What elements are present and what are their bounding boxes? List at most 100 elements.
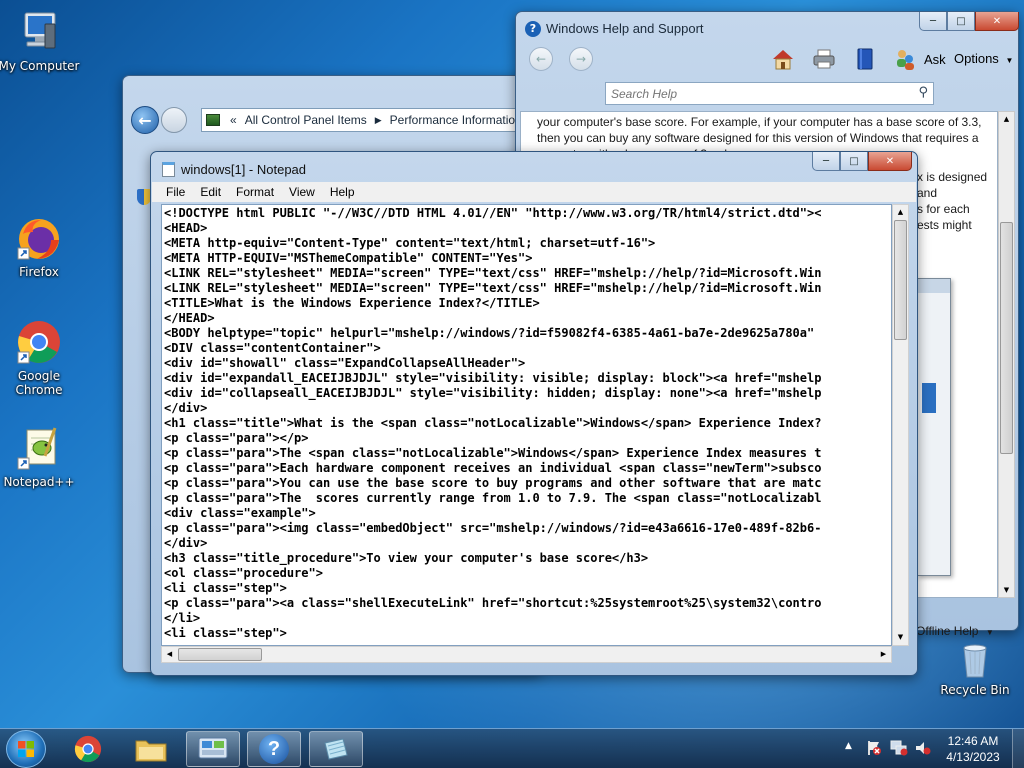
notepad-horizontal-scrollbar[interactable]: ◀ ▶ (161, 646, 892, 663)
chevron-down-icon: ▼ (1005, 56, 1014, 65)
network-icon[interactable] (890, 740, 908, 756)
taskbar-explorer-button[interactable] (124, 731, 178, 767)
notepad-menu-bar: File Edit Format View Help (152, 182, 916, 202)
start-button[interactable] (6, 730, 46, 768)
menu-edit[interactable]: Edit (193, 182, 229, 202)
close-button[interactable]: ✕ (975, 12, 1019, 31)
text-line: <h1 class="title">What is the <span clas… (164, 416, 822, 430)
text-line: <li class="step"> (164, 626, 287, 640)
menu-help[interactable]: Help (323, 182, 363, 202)
desktop-icon-notepad-plus-plus[interactable]: Notepad++ (0, 424, 81, 489)
help-text-line: your computer's base score. For example,… (537, 115, 982, 129)
scrollbar-thumb[interactable] (1000, 222, 1013, 454)
help-back-button[interactable]: ← (529, 47, 553, 71)
text-line: <h3 class="title_procedure">To view your… (164, 551, 649, 565)
text-line: <p class="para">Each hardware component … (164, 461, 822, 475)
maximize-button[interactable]: □ (840, 152, 868, 171)
text-line: <ol class="procedure"> (164, 566, 323, 580)
desktop-icon-chrome[interactable]: Google Chrome (0, 318, 81, 397)
folder-icon (135, 740, 167, 762)
scrollbar-thumb[interactable] (894, 220, 907, 340)
breadcrumb-separator-icon: ▶ (374, 114, 382, 125)
notepad-window[interactable]: windows[1] - Notepad ─ □ ✕ File Edit Forma… (150, 151, 918, 676)
arrow-right-icon: → (575, 52, 587, 66)
show-desktop-button[interactable] (1012, 729, 1024, 768)
help-embedded-screenshot (917, 278, 951, 576)
help-icon: ? (259, 734, 289, 764)
people-icon (897, 50, 914, 70)
desktop-icon-label: My Computer (0, 59, 80, 73)
scroll-right-arrow-icon[interactable]: ▶ (876, 647, 891, 662)
text-line: <div id="expandall_EACEIJBJDJL" style="v… (164, 371, 822, 385)
taskbar-help-button[interactable]: ? (247, 731, 301, 767)
windows-logo-icon (18, 741, 34, 757)
show-hidden-icons-button[interactable]: ▲ (845, 741, 852, 751)
help-ask-button[interactable]: Ask (894, 47, 946, 71)
taskbar-control-panel-button[interactable] (186, 731, 240, 767)
clock[interactable]: 12:46 AM 4/13/2023 (940, 733, 1006, 765)
recycle-bin-icon (955, 640, 995, 680)
scroll-up-arrow-icon[interactable]: ▲ (999, 112, 1014, 126)
help-text-fragment: and (917, 186, 938, 200)
path-overflow-chevron[interactable]: « (230, 113, 237, 127)
help-text-fragment: ests might (917, 218, 972, 232)
help-forward-button[interactable]: → (569, 47, 593, 71)
clock-date: 4/13/2023 (946, 750, 1000, 764)
maximize-button[interactable]: □ (947, 12, 975, 31)
scroll-up-arrow-icon[interactable]: ▲ (893, 205, 908, 220)
address-bar[interactable]: « All Control Panel Items ▶ Performance … (201, 108, 543, 132)
help-window-title: Windows Help and Support (546, 21, 704, 36)
menu-file[interactable]: File (159, 182, 193, 202)
help-scrollbar[interactable]: ▲ ▼ (998, 111, 1015, 598)
text-line: <LINK REL="stylesheet" MEDIA="screen" TY… (164, 266, 822, 280)
text-line: </div> (164, 536, 208, 550)
taskbar: ? ▲ 12:46 AM 4/13/2023 (0, 728, 1024, 768)
text-line: <HEAD> (164, 221, 208, 235)
desktop-icon-firefox[interactable]: Firefox (0, 214, 81, 279)
chrome-icon (15, 318, 63, 366)
help-browse-button[interactable] (855, 47, 875, 71)
help-print-button[interactable] (811, 48, 837, 70)
text-line: </li> (164, 611, 201, 625)
forward-button[interactable] (161, 107, 187, 133)
minimize-button[interactable]: ─ (812, 152, 840, 171)
menu-format[interactable]: Format (229, 182, 282, 202)
action-center-icon[interactable] (866, 740, 882, 756)
help-search-input[interactable] (606, 83, 906, 104)
scroll-down-arrow-icon[interactable]: ▼ (999, 583, 1014, 597)
text-line: <p class="para"><a class="shellExecuteLi… (164, 596, 822, 610)
back-button[interactable]: ← (131, 106, 159, 134)
text-line: <p class="para"><img class="embedObject"… (164, 521, 822, 535)
home-icon (773, 50, 793, 70)
notepad-icon (324, 738, 348, 760)
offline-help-menu[interactable]: Offline Help ▼ (916, 624, 994, 638)
notepad-text-area[interactable]: <!DOCTYPE html PUBLIC "-//W3C//DTD HTML … (161, 204, 892, 646)
text-line: <p class="para"></p> (164, 431, 309, 445)
control-panel-icon (198, 737, 228, 759)
desktop-icon-recycle-bin[interactable]: Recycle Bin (933, 640, 1017, 697)
notepad-window-title: windows[1] - Notepad (181, 162, 307, 177)
printer-icon (813, 49, 835, 69)
help-search-field[interactable]: ⚲ (605, 82, 934, 105)
desktop-icon-my-computer[interactable]: My Computer (0, 8, 81, 73)
offline-help-label: Offline Help (916, 624, 979, 638)
scroll-left-arrow-icon[interactable]: ◀ (162, 647, 177, 662)
help-home-button[interactable] (770, 47, 796, 71)
arrow-left-icon: ← (138, 110, 152, 130)
menu-view[interactable]: View (282, 182, 323, 202)
search-icon[interactable]: ⚲ (918, 85, 928, 100)
desktop-icon-label: Notepad++ (3, 475, 75, 489)
taskbar-notepad-button[interactable] (309, 731, 363, 767)
close-button[interactable]: ✕ (868, 152, 912, 171)
text-line: <div class="example"> (164, 506, 316, 520)
taskbar-chrome-button[interactable] (61, 731, 115, 767)
scroll-down-arrow-icon[interactable]: ▼ (893, 630, 908, 645)
control-panel-icon (206, 114, 220, 126)
help-options-menu[interactable]: Options ▼ (954, 51, 1013, 66)
notepad-vertical-scrollbar[interactable]: ▲ ▼ (892, 204, 909, 646)
minimize-button[interactable]: ─ (919, 12, 947, 31)
breadcrumb-performance-information[interactable]: Performance Information (390, 113, 522, 127)
breadcrumb-all-control-panel-items[interactable]: All Control Panel Items (245, 113, 367, 127)
scrollbar-thumb[interactable] (178, 648, 262, 661)
volume-icon[interactable] (914, 740, 932, 756)
